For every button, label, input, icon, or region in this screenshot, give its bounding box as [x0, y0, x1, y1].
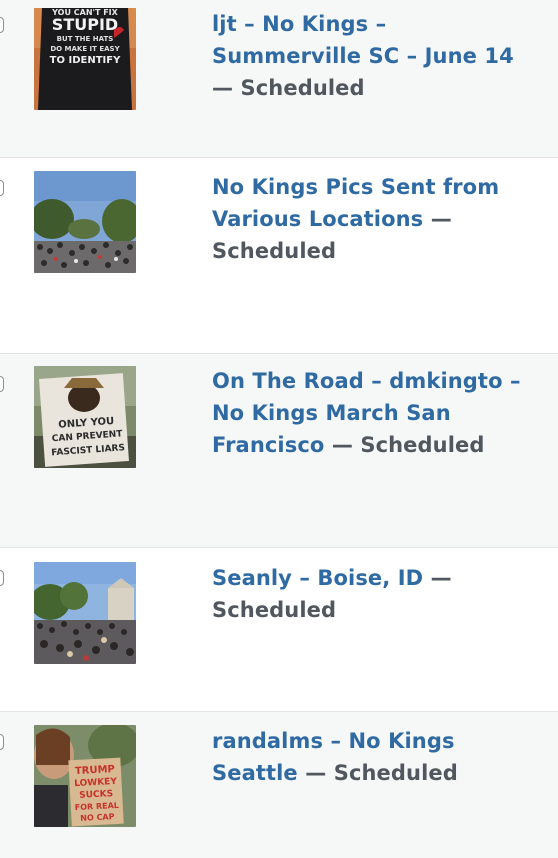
trump-sign-thumbnail[interactable]: TRUMP LOWKEY SUCKS FOR REAL NO CAP [34, 725, 136, 827]
post-state: Scheduled [240, 76, 365, 100]
state-separator: — [331, 433, 353, 457]
row-select-checkbox[interactable] [0, 376, 4, 392]
sign-text-5: NO CAP [80, 812, 115, 823]
posts-list: YOU CAN'T FIX STUPID BUT THE HATS DO MAK… [0, 0, 558, 858]
post-title-block: No Kings Pics Sent from Various Location… [212, 171, 542, 267]
sign-text-3: SUCKS [79, 789, 113, 801]
post-title-link[interactable]: Seanly – Boise, ID [212, 566, 423, 590]
post-state: Scheduled [212, 239, 337, 263]
crowd-capitol-thumbnail[interactable] [34, 562, 136, 664]
smokey-sign-thumbnail[interactable]: ONLY YOU CAN PREVENT FASCIST LIARS [34, 366, 136, 468]
post-title-block: On The Road – dmkingto – No Kings March … [212, 365, 542, 461]
post-state: Scheduled [333, 761, 458, 785]
post-state: Scheduled [360, 433, 485, 457]
crowd-thumbnail[interactable] [34, 171, 136, 273]
post-title-block: ljt – No Kings – Summerville SC – June 1… [212, 8, 542, 104]
sign-text-1: TRUMP [75, 764, 115, 777]
post-title-block: randalms – No Kings Seattle — Scheduled [212, 725, 542, 789]
row-select-checkbox[interactable] [0, 570, 4, 586]
post-row: No Kings Pics Sent from Various Location… [0, 158, 558, 353]
row-select-checkbox[interactable] [0, 734, 4, 750]
post-state: Scheduled [212, 598, 337, 622]
shirt-text-2: STUPID [52, 15, 118, 34]
row-select-checkbox[interactable] [0, 180, 4, 196]
shirt-text-5: TO IDENTIFY [50, 55, 121, 66]
shirt-text-3: BUT THE HATS [57, 35, 114, 43]
shirt-text-4: DO MAKE IT EASY [50, 45, 120, 53]
state-separator: — [305, 761, 327, 785]
post-row: YOU CAN'T FIX STUPID BUT THE HATS DO MAK… [0, 0, 558, 157]
state-separator: — [212, 76, 234, 100]
post-row: TRUMP LOWKEY SUCKS FOR REAL NO CAP randa… [0, 712, 558, 858]
row-select-checkbox[interactable] [0, 17, 4, 33]
post-title-link[interactable]: No Kings Pics Sent from Various Location… [212, 175, 499, 231]
state-separator: — [430, 207, 452, 231]
post-title-link[interactable]: ljt – No Kings – Summerville SC – June 1… [212, 12, 514, 68]
post-title-block: Seanly – Boise, ID — Scheduled [212, 562, 542, 626]
protest-shirt-thumbnail[interactable]: YOU CAN'T FIX STUPID BUT THE HATS DO MAK… [34, 8, 136, 110]
post-row: Seanly – Boise, ID — Scheduled [0, 548, 558, 711]
post-row: ONLY YOU CAN PREVENT FASCIST LIARS On Th… [0, 354, 558, 547]
state-separator: — [430, 566, 452, 590]
